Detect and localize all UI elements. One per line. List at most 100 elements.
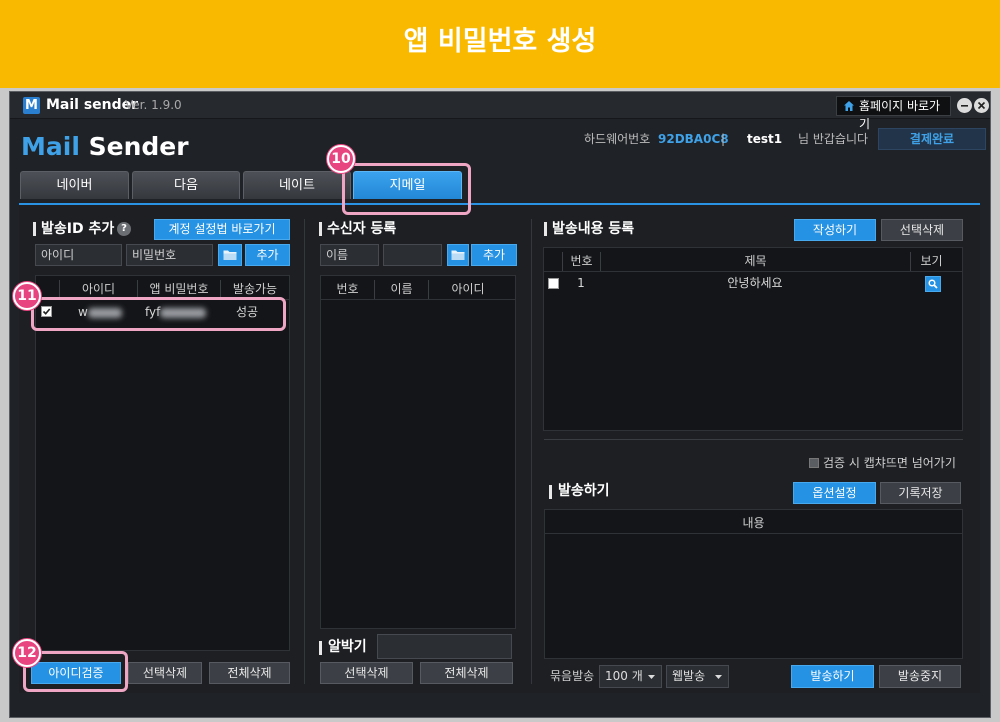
tab-naver[interactable]: 네이버 — [20, 171, 129, 199]
sender-id-input[interactable] — [35, 244, 122, 266]
column-header-name: 이름 — [374, 280, 428, 299]
checkbox-column-header — [544, 252, 562, 271]
captcha-skip-checkbox[interactable] — [809, 458, 819, 468]
section-marker — [544, 222, 547, 236]
close-icon — [977, 101, 986, 110]
write-button[interactable]: 작성하기 — [794, 219, 876, 241]
send-log-table-header: 내용 — [545, 514, 962, 534]
send-mode-select[interactable]: 웹발송 — [666, 665, 729, 688]
tab-nate[interactable]: 네이트 — [243, 171, 351, 199]
column-header-content: 내용 — [742, 516, 765, 530]
section-marker — [549, 485, 552, 499]
sender-delete-selected-button[interactable]: 선택삭제 — [128, 662, 202, 684]
home-icon — [844, 101, 854, 111]
account-guide-button[interactable]: 계정 설정법 바로가기 — [154, 219, 290, 240]
folder-icon — [223, 250, 237, 260]
sender-section-title: 발송ID 추가 — [41, 221, 115, 237]
batch-send-label: 묶음발송 — [550, 669, 595, 683]
app-logo-icon: M — [23, 97, 40, 114]
row-checkbox[interactable] — [41, 306, 52, 317]
tutorial-banner: 앱 비밀번호 생성 — [0, 0, 1000, 88]
app-password-text: fyf — [145, 305, 161, 319]
column-header-number: 번호 — [562, 252, 600, 271]
content-delete-selected-button[interactable]: 선택삭제 — [881, 219, 963, 241]
send-section-title: 발송하기 — [558, 483, 610, 499]
captcha-skip-label: 검증 시 캡챠뜨면 넘어가기 — [823, 456, 956, 470]
column-header-subject: 제목 — [600, 252, 910, 271]
checkmark-icon — [42, 308, 51, 315]
app-version: Ver. 1.9.0 — [125, 98, 182, 112]
search-icon — [928, 279, 938, 289]
recipient-add-button[interactable]: 추가 — [471, 244, 517, 266]
homepage-label: 홈페이지 바로가기 — [859, 99, 941, 131]
section-marker — [319, 222, 322, 236]
recipient-folder-button[interactable] — [447, 244, 469, 266]
row-subject: 안녕하세요 — [727, 276, 783, 290]
row-sender-id: w — [78, 303, 122, 321]
send-log-table: 내용 — [544, 509, 963, 659]
tab-daum[interactable]: 다음 — [132, 171, 240, 199]
folder-icon — [451, 250, 465, 260]
content-section-title: 발송내용 등록 — [552, 221, 635, 237]
recipient-delete-selected-button[interactable]: 선택삭제 — [320, 662, 413, 684]
batch-size-select[interactable]: 100 개 — [599, 665, 662, 688]
banner-title: 앱 비밀번호 생성 — [403, 26, 597, 57]
row-checkbox[interactable] — [548, 278, 559, 289]
send-button[interactable]: 발송하기 — [791, 665, 874, 688]
sender-password-input[interactable] — [126, 244, 213, 266]
column-divider — [304, 219, 305, 684]
recipient-table-header: 번호 이름 아이디 — [321, 280, 515, 300]
header-separator: | — [721, 132, 726, 146]
row-status: 성공 — [236, 305, 259, 319]
callout-12: 12 — [13, 639, 41, 667]
minimize-icon — [961, 105, 968, 107]
sender-delete-all-button[interactable]: 전체삭제 — [209, 662, 290, 684]
row-number: 1 — [577, 276, 585, 290]
sender-add-button[interactable]: 추가 — [245, 244, 290, 266]
logo-mail: Mail — [21, 132, 80, 161]
stop-send-button[interactable]: 발송중지 — [879, 665, 961, 688]
recipient-section-title: 수신자 등록 — [327, 221, 397, 237]
sender-folder-button[interactable] — [218, 244, 242, 266]
help-icon[interactable]: ? — [117, 222, 131, 236]
batch-size-value: 100 개 — [605, 669, 643, 683]
column-header-id: 아이디 — [428, 280, 507, 299]
view-button[interactable] — [925, 276, 941, 292]
send-mode-value: 웹발송 — [672, 669, 706, 683]
chevron-down-icon — [715, 675, 722, 679]
column-divider — [531, 219, 532, 684]
column-header-number: 번호 — [336, 282, 359, 296]
verify-id-button[interactable]: 아이디검증 — [31, 662, 121, 684]
albak-input[interactable] — [377, 634, 512, 659]
row-app-password: fyf — [145, 303, 207, 321]
section-marker — [33, 222, 36, 236]
title-bar[interactable]: M Mail sender Ver. 1.9.0 홈페이지 바로가기 — [10, 92, 990, 131]
section-marker — [319, 641, 322, 655]
username: test1 — [747, 132, 783, 146]
minimize-button[interactable] — [957, 98, 972, 113]
sender-table-header: 아이디 앱 비밀번호 발송가능 — [36, 280, 289, 300]
options-button[interactable]: 옵션설정 — [793, 482, 876, 504]
recipient-id-input[interactable] — [383, 244, 442, 266]
column-header-view: 보기 — [910, 252, 952, 271]
recipient-name-input[interactable] — [320, 244, 379, 266]
section-divider — [544, 439, 963, 440]
app-window: M Mail sender Ver. 1.9.0 홈페이지 바로가기 Mail … — [9, 91, 991, 718]
close-button[interactable] — [974, 98, 989, 113]
albak-label: 알박기 — [328, 639, 367, 655]
chevron-down-icon — [648, 675, 655, 679]
sender-table: 아이디 앱 비밀번호 발송가능 w fyf 성공 — [35, 275, 290, 651]
payment-status-button[interactable]: 결제완료 — [878, 128, 986, 150]
logo-letter: M — [25, 98, 38, 113]
callout-10: 10 — [327, 145, 355, 173]
content-table-header: 번호 제목 보기 — [544, 252, 962, 272]
recipient-delete-all-button[interactable]: 전체삭제 — [420, 662, 513, 684]
hardware-label: 하드웨어번호 — [584, 132, 651, 146]
save-log-button[interactable]: 기록저장 — [880, 482, 961, 504]
homepage-button[interactable]: 홈페이지 바로가기 — [836, 96, 951, 131]
column-header-id: 아이디 — [59, 280, 137, 299]
tab-gmail[interactable]: 지메일 — [353, 171, 462, 199]
mail-sender-logo: Mail Sender — [21, 132, 189, 162]
hardware-id: 92DBA0C8 — [658, 132, 729, 146]
logo-sender: Sender — [88, 132, 189, 161]
